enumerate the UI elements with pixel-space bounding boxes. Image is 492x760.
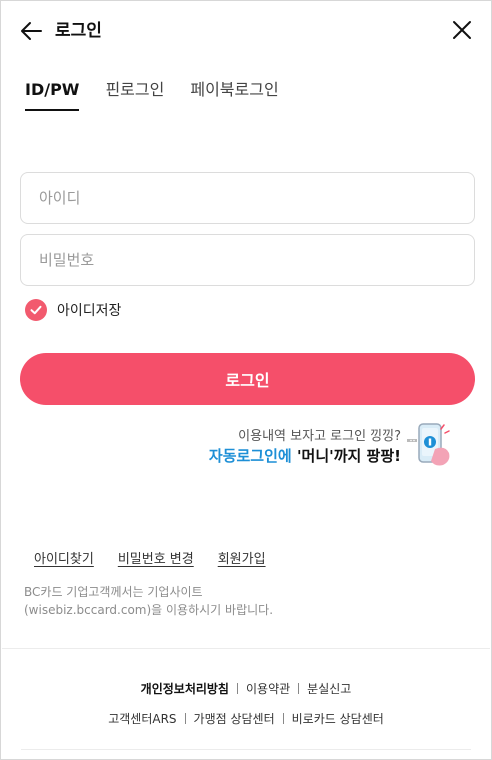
find-id-link[interactable]: 아이디찾기 <box>34 548 94 567</box>
login-tabs: ID/PW 핀로그인 페이북로그인 <box>25 77 279 113</box>
notice-line-2: (wisebiz.bccard.com)을 이용하시기 바랍니다. <box>24 603 274 617</box>
customer-center-ars-link[interactable]: 고객센터ARS <box>108 710 176 727</box>
footer-links-support: 고객센터ARS 가맹점 상담센터 비로카드 상담센터 <box>1 710 491 727</box>
separator <box>184 713 186 724</box>
lost-report-link[interactable]: 분실신고 <box>307 680 351 697</box>
password-field <box>20 234 475 286</box>
separator <box>282 713 284 724</box>
auto-login-promo[interactable]: 이용내역 보자고 로그인 낑낑? 자동로그인에 '머니'까지 팡팡! <box>155 419 455 475</box>
privacy-policy-link[interactable]: 개인정보처리방침 <box>141 680 229 697</box>
close-button[interactable] <box>449 17 475 43</box>
id-field <box>20 172 475 224</box>
corporate-notice: BC카드 기업고객께서는 기업사이트 (wisebiz.bccard.com)을… <box>24 583 273 619</box>
page-title: 로그인 <box>55 21 102 41</box>
phone-hand-icon <box>407 423 450 466</box>
tab-idpw[interactable]: ID/PW <box>25 77 80 113</box>
save-id-checkbox[interactable]: 아이디저장 <box>25 299 121 321</box>
login-page: 로그인 ID/PW 핀로그인 페이북로그인 아이디저장 로그인 이용내역 보자고… <box>0 0 492 760</box>
save-id-label: 아이디저장 <box>57 303 122 319</box>
tab-paybook-login[interactable]: 페이북로그인 <box>190 77 278 113</box>
signup-link[interactable]: 회원가입 <box>218 548 266 567</box>
bottom-divider <box>21 749 471 750</box>
check-circle-icon <box>25 299 47 321</box>
terms-link[interactable]: 이용약관 <box>246 680 290 697</box>
account-links: 아이디찾기 비밀번호 변경 회원가입 <box>34 548 266 567</box>
header: 로그인 <box>1 1 491 61</box>
promo-headline: 자동로그인에 '머니'까지 팡팡! <box>209 445 401 466</box>
promo-highlight: 자동로그인에 <box>208 447 292 465</box>
footer-links-primary: 개인정보처리방침 이용약관 분실신고 <box>1 680 491 697</box>
promo-text: 이용내역 보자고 로그인 낑낑? <box>238 429 401 444</box>
divider <box>2 648 490 649</box>
promo-highlight-money: '머니'까지 팡팡! <box>296 447 401 465</box>
close-icon <box>453 21 471 39</box>
separator <box>236 683 238 694</box>
id-input[interactable] <box>21 173 474 223</box>
merchant-center-link[interactable]: 가맹점 상담센터 <box>194 710 275 727</box>
tab-pin-login[interactable]: 핀로그인 <box>105 77 164 113</box>
password-input[interactable] <box>21 235 474 285</box>
login-button[interactable]: 로그인 <box>20 353 475 405</box>
noncard-center-link[interactable]: 비로카드 상담센터 <box>292 710 384 727</box>
separator <box>298 683 300 694</box>
back-button[interactable] <box>19 18 45 44</box>
arrow-left-icon <box>21 22 42 40</box>
change-password-link[interactable]: 비밀번호 변경 <box>118 548 194 567</box>
notice-line-1: BC카드 기업고객께서는 기업사이트 <box>24 585 203 599</box>
